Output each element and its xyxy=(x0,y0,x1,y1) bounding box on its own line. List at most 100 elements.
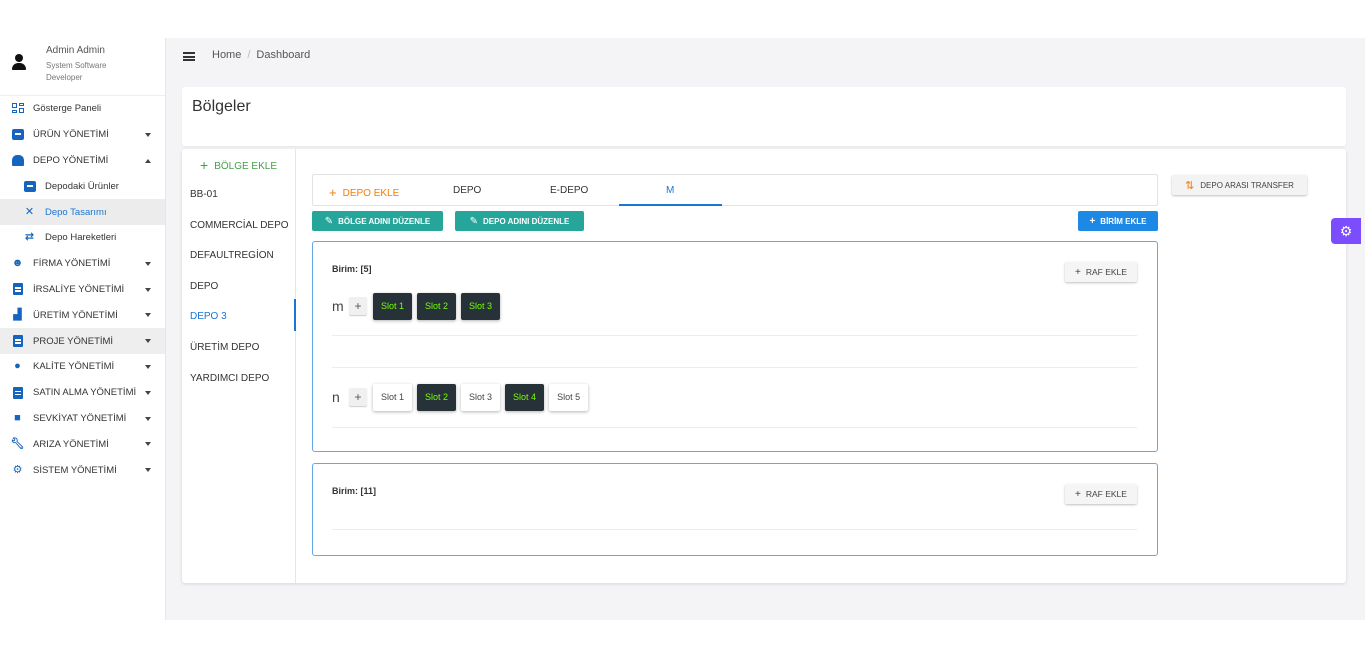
edit-depot-name-button[interactable]: ✎ DEPO ADINI DÜZENLE xyxy=(455,211,584,231)
clipboard-icon xyxy=(11,283,24,296)
slot-filled[interactable]: Slot 2 xyxy=(417,292,457,320)
user-role: System Software Developer xyxy=(46,61,107,82)
slot-filled[interactable]: Slot 2 xyxy=(417,383,457,411)
region-item[interactable]: DEPO xyxy=(190,281,218,292)
sidebar-item-depot-movements[interactable]: ⇄ Depo Hareketleri xyxy=(0,225,165,251)
slot-empty[interactable]: Slot 1 xyxy=(373,383,413,411)
edit-region-name-button[interactable]: ✎ BÖLGE ADINI DÜZENLE xyxy=(312,211,443,231)
region-item[interactable]: DEFAULTREGİON xyxy=(190,250,274,261)
settings-gear-icon[interactable]: ⚙ xyxy=(1331,218,1361,244)
region-item[interactable]: ÜRETİM DEPO xyxy=(190,342,259,353)
add-shelf-button[interactable]: + RAF EKLE xyxy=(1065,262,1137,282)
sidebar-item-label: SİSTEM YÖNETİMİ xyxy=(33,464,117,476)
slot-filled[interactable]: Slot 4 xyxy=(505,383,545,411)
add-shelf-button[interactable]: + RAF EKLE xyxy=(1065,484,1137,504)
sidebar-item-depot-management[interactable]: DEPO YÖNETİMİ xyxy=(0,148,165,174)
edit-depot-label: DEPO ADINI DÜZENLE xyxy=(483,216,570,226)
shelf-row: n + Slot 1 Slot 2 Slot 3 Slot 4 Slot 5 xyxy=(332,383,593,411)
tab-e-depot[interactable]: E-DEPO xyxy=(550,185,588,196)
sidebar-item-system-management[interactable]: ⚙ SİSTEM YÖNETİMİ xyxy=(0,457,165,483)
add-slot-button[interactable]: + xyxy=(349,297,367,315)
sidebar: Admin Admin System Software Developer Gö… xyxy=(0,38,166,620)
page-title: Bölgeler xyxy=(192,98,251,115)
add-region-label: BÖLGE EKLE xyxy=(214,161,277,172)
unit-card: Birim: [11] + RAF EKLE xyxy=(312,463,1158,556)
transfer-icon: ⇅ xyxy=(1185,179,1195,192)
dashboard-grid-icon xyxy=(11,102,24,115)
add-region-button[interactable]: + BÖLGE EKLE xyxy=(200,157,277,173)
sidebar-item-label: ÜRETİM YÖNETİMİ xyxy=(33,309,118,321)
sidebar-item-waybill-management[interactable]: İRSALİYE YÖNETİMİ xyxy=(0,277,165,303)
chevron-down-icon xyxy=(145,261,151,266)
breadcrumb-home[interactable]: Home xyxy=(212,49,241,61)
menu-toggle-icon[interactable] xyxy=(183,52,195,61)
sidebar-item-shipping-management[interactable]: ■ SEVKİYAT YÖNETİMİ xyxy=(0,406,165,432)
add-depot-tab[interactable]: + DEPO EKLE xyxy=(329,185,399,200)
shelf-divider xyxy=(332,367,1137,368)
depot-design-panel: + BÖLGE EKLE BB-01 COMMERCİAL DEPO DEFAUL… xyxy=(182,149,1346,583)
sidebar-menu: Gösterge Paneli ÜRÜN YÖNETİMİ DEPO YÖNET… xyxy=(0,96,165,483)
quality-icon: ● xyxy=(14,360,21,373)
slot-filled[interactable]: Slot 1 xyxy=(373,292,413,320)
region-item-active[interactable]: DEPO 3 xyxy=(190,311,227,322)
add-unit-button[interactable]: + BİRİM EKLE xyxy=(1078,211,1158,231)
archive-box-icon xyxy=(11,128,24,141)
active-tab-indicator xyxy=(619,204,722,206)
sidebar-item-fault-management[interactable]: 🔧︎ ARIZA YÖNETİMİ xyxy=(0,431,165,457)
slot-empty[interactable]: Slot 5 xyxy=(549,383,589,411)
slot-filled[interactable]: Slot 3 xyxy=(461,292,501,320)
sidebar-item-label: Depo Hareketleri xyxy=(45,232,117,244)
add-depot-label: DEPO EKLE xyxy=(342,188,400,199)
tab-depot[interactable]: DEPO xyxy=(453,185,481,196)
shelf-name: m xyxy=(332,298,344,314)
users-cog-icon: ☻ xyxy=(11,257,24,270)
plus-icon: + xyxy=(1089,215,1096,227)
unit-card: Birim: [5] + RAF EKLE m + Slot 1 Slot 2 S… xyxy=(312,241,1158,452)
active-region-indicator xyxy=(294,299,296,331)
slot-empty[interactable]: Slot 3 xyxy=(461,383,501,411)
sidebar-item-label: Depo Tasarımı xyxy=(45,206,107,218)
clipboard-icon xyxy=(11,335,24,348)
region-item[interactable]: BB-01 xyxy=(190,189,218,200)
factory-icon: ▟ xyxy=(13,308,22,321)
region-list: + BÖLGE EKLE BB-01 COMMERCİAL DEPO DEFAUL… xyxy=(182,149,296,583)
breadcrumb-separator: / xyxy=(247,49,251,61)
sidebar-item-label: SATIN ALMA YÖNETİMİ xyxy=(33,387,137,399)
sidebar-item-label: ÜRÜN YÖNETİMİ xyxy=(33,129,109,141)
sidebar-item-company-management[interactable]: ☻ FİRMA YÖNETİMİ xyxy=(0,251,165,277)
sidebar-item-purchasing-management[interactable]: SATIN ALMA YÖNETİMİ xyxy=(0,380,165,406)
chevron-down-icon xyxy=(145,313,151,318)
tab-m[interactable]: M xyxy=(666,185,674,196)
chevron-down-icon xyxy=(145,390,151,395)
sidebar-item-label: ARIZA YÖNETİMİ xyxy=(33,438,109,450)
add-slot-button[interactable]: + xyxy=(349,388,367,406)
breadcrumb-current: Dashboard xyxy=(256,49,311,61)
sidebar-item-project-management[interactable]: PROJE YÖNETİMİ xyxy=(0,328,165,354)
chevron-down-icon xyxy=(145,442,151,447)
depot-transfer-button[interactable]: ⇅ DEPO ARASI TRANSFER xyxy=(1172,175,1307,195)
sidebar-item-depot-design[interactable]: ✕ Depo Tasarımı xyxy=(0,199,165,225)
sidebar-item-depot-products[interactable]: Depodaki Ürünler xyxy=(0,173,165,199)
tools-icon: ✕ xyxy=(24,205,35,218)
sidebar-item-dashboard[interactable]: Gösterge Paneli xyxy=(0,96,165,122)
depot-tabs: + DEPO EKLE DEPO E-DEPO M xyxy=(312,174,1158,206)
sidebar-item-production-management[interactable]: ▟ ÜRETİM YÖNETİMİ xyxy=(0,302,165,328)
sidebar-item-label: İRSALİYE YÖNETİMİ xyxy=(33,283,125,295)
sidebar-item-label: FİRMA YÖNETİMİ xyxy=(33,258,111,270)
sidebar-item-label: DEPO YÖNETİMİ xyxy=(33,154,109,166)
sidebar-item-quality-management[interactable]: ● KALİTE YÖNETİMİ xyxy=(0,354,165,380)
region-item[interactable]: YARDIMCI DEPO xyxy=(190,373,269,384)
add-shelf-label: RAF EKLE xyxy=(1085,489,1127,499)
plus-icon: + xyxy=(1075,266,1081,278)
chevron-up-icon xyxy=(145,158,151,163)
plus-icon: + xyxy=(1075,488,1081,500)
sidebar-item-product-management[interactable]: ÜRÜN YÖNETİMİ xyxy=(0,122,165,148)
sidebar-item-label: Gösterge Paneli xyxy=(33,103,102,115)
region-item[interactable]: COMMERCİAL DEPO xyxy=(190,220,289,231)
plus-icon: + xyxy=(200,157,209,173)
invoice-icon xyxy=(11,386,24,399)
chevron-down-icon xyxy=(145,468,151,473)
shelf-row: m + Slot 1 Slot 2 Slot 3 xyxy=(332,292,505,320)
edit-region-label: BÖLGE ADINI DÜZENLE xyxy=(338,216,431,226)
user-profile[interactable]: Admin Admin System Software Developer xyxy=(0,38,165,96)
